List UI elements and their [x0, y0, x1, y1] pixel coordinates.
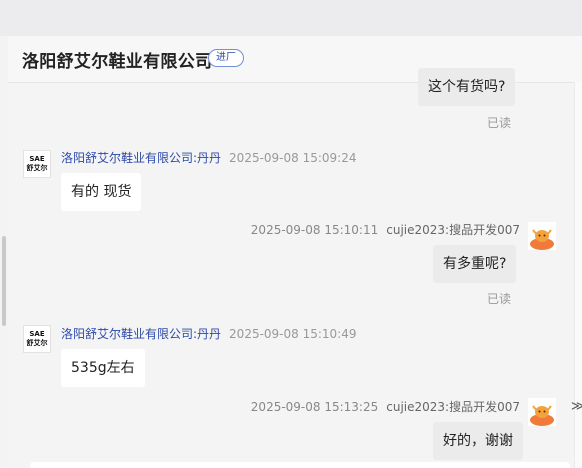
- chat-panel: 洛阳舒艾尔鞋业有限公司 进厂 这个有货吗? 已读 SAE 舒艾尔 洛阳舒艾尔鞋业…: [8, 36, 582, 468]
- message-bubble-outgoing[interactable]: 好的，谢谢: [433, 422, 523, 460]
- window-top-area: [0, 0, 582, 36]
- message-time: 2025-09-08 15:10:49: [229, 327, 357, 341]
- message-time: 2025-09-08 15:13:25: [250, 400, 379, 414]
- sender-name[interactable]: 洛阳舒艾尔鞋业有限公司:丹丹: [61, 327, 221, 341]
- message-meta-outgoing: 2025-09-08 15:13:25 cujie2023:搜品开发007: [251, 398, 520, 415]
- supplier-avatar[interactable]: SAE 舒艾尔: [23, 325, 51, 353]
- double-chevron-right-icon[interactable]: ≫: [571, 399, 582, 414]
- supplier-avatar[interactable]: SAE 舒艾尔: [23, 150, 51, 178]
- sender-name[interactable]: cujie2023:搜品开发007: [386, 400, 520, 414]
- read-status: 已读: [487, 292, 512, 306]
- user-avatar-bull-icon[interactable]: [528, 398, 556, 426]
- message-bubble-outgoing[interactable]: 有多重呢?: [433, 245, 517, 283]
- factory-badge[interactable]: 进厂: [208, 49, 244, 67]
- sender-name[interactable]: cujie2023:搜品开发007: [386, 223, 520, 237]
- sender-name[interactable]: 洛阳舒艾尔鞋业有限公司:丹丹: [61, 151, 221, 165]
- supplier-avatar-name: 舒艾尔: [26, 339, 48, 347]
- message-meta: 洛阳舒艾尔鞋业有限公司:丹丹 2025-09-08 15:10:49: [61, 325, 357, 342]
- message-bubble-incoming[interactable]: 有的 现货: [61, 173, 142, 211]
- read-status: 已读: [487, 116, 512, 130]
- message-meta: 洛阳舒艾尔鞋业有限公司:丹丹 2025-09-08 15:09:24: [61, 149, 357, 166]
- supplier-avatar-name: 舒艾尔: [26, 164, 48, 172]
- message-bubble-incoming[interactable]: 535g左右: [61, 349, 145, 387]
- supplier-avatar-brand: SAE: [29, 330, 45, 338]
- message-meta-outgoing: 2025-09-08 15:10:11 cujie2023:搜品开发007: [251, 221, 520, 238]
- message-time: 2025-09-08 15:10:11: [250, 223, 379, 237]
- user-avatar-bull-icon[interactable]: [528, 222, 556, 250]
- company-title[interactable]: 洛阳舒艾尔鞋业有限公司: [22, 47, 212, 72]
- supplier-avatar-brand: SAE: [29, 155, 45, 163]
- message-time: 2025-09-08 15:09:24: [229, 151, 357, 165]
- message-bubble-outgoing[interactable]: 这个有货吗?: [418, 68, 516, 106]
- left-scrollbar[interactable]: [2, 236, 6, 326]
- input-area-edge: [30, 462, 570, 468]
